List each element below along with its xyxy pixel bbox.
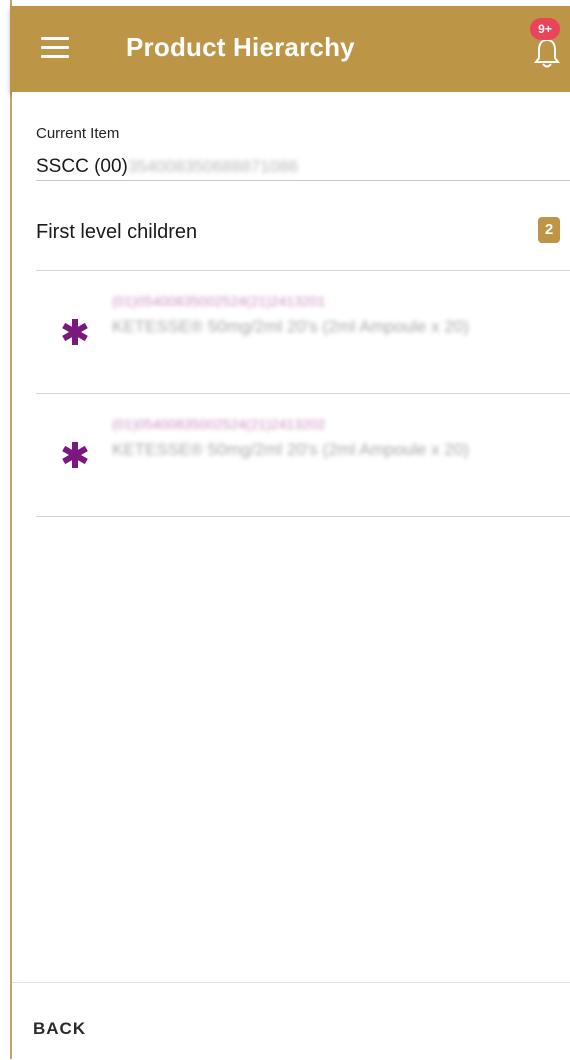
menu-icon-bar bbox=[41, 37, 69, 40]
bell-icon[interactable] bbox=[532, 36, 562, 70]
app-bar: Product Hierarchy bbox=[10, 6, 570, 92]
field-underline bbox=[36, 180, 570, 181]
bottom-bar: BACK bbox=[12, 982, 570, 1060]
current-item-field[interactable]: SSCC (00)354008350688871086 bbox=[36, 156, 298, 178]
item-description: KETESSE® 50mg/2ml 20's (2ml Ampoule x 20… bbox=[112, 317, 469, 336]
notification-badge: 9+ bbox=[530, 18, 560, 40]
left-border bbox=[0, 0, 12, 1059]
asterisk-icon bbox=[62, 319, 88, 345]
children-list: (01)05400835002524(21)2413201 KETESSE® 5… bbox=[36, 270, 570, 517]
children-count-badge: 2 bbox=[538, 217, 560, 243]
page-title: Product Hierarchy bbox=[126, 32, 355, 62]
list-item[interactable]: (01)05400835002524(21)2413201 KETESSE® 5… bbox=[36, 271, 570, 393]
current-item-prefix: SSCC (00) bbox=[36, 156, 128, 177]
main-content: Current Item SSCC (00)354008350688871086… bbox=[12, 92, 570, 980]
back-button[interactable]: BACK bbox=[33, 1019, 86, 1039]
children-heading: First level children bbox=[36, 221, 198, 243]
menu-icon-bar bbox=[41, 46, 69, 49]
item-code: (01)05400835002524(21)2413202 bbox=[112, 416, 326, 432]
list-item[interactable]: (01)05400835002524(21)2413202 KETESSE® 5… bbox=[36, 394, 570, 516]
menu-button[interactable] bbox=[38, 33, 72, 63]
item-code: (01)05400835002524(21)2413201 bbox=[112, 293, 326, 309]
current-item-value: 354008350688871086 bbox=[127, 157, 299, 176]
menu-icon-bar bbox=[41, 55, 69, 58]
asterisk-icon bbox=[62, 442, 88, 468]
current-item-label: Current Item bbox=[36, 125, 120, 142]
item-description: KETESSE® 50mg/2ml 20's (2ml Ampoule x 20… bbox=[112, 440, 469, 459]
divider bbox=[36, 516, 570, 517]
